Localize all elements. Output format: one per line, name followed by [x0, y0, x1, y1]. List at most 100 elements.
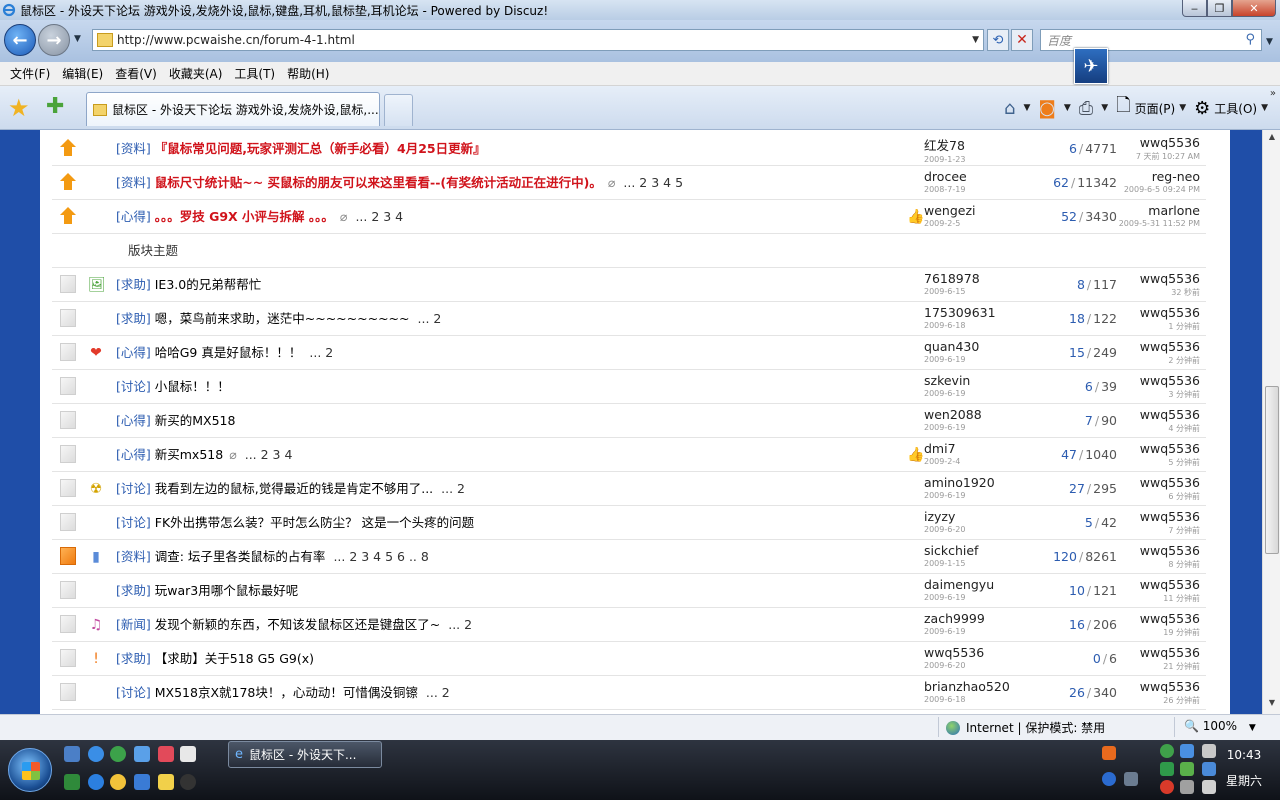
last-post-user[interactable]: wwq5536: [1070, 543, 1200, 558]
tray-app-icon[interactable]: [1180, 744, 1194, 758]
tray-app-icon[interactable]: [1160, 762, 1174, 776]
history-dropdown-icon[interactable]: ▼: [74, 34, 81, 44]
security-zone[interactable]: Internet | 保护模式: 禁用: [946, 719, 1105, 736]
tab-current[interactable]: 鼠标区 - 外设天下论坛 游戏外设,发烧外设,鼠标,...: [86, 92, 380, 126]
author-name[interactable]: 175309631: [924, 305, 1024, 320]
stop-button[interactable]: ✕: [1011, 29, 1033, 51]
forward-button[interactable]: →: [38, 24, 70, 56]
print-button[interactable]: ⎙ ▼: [1079, 98, 1108, 119]
vertical-scrollbar[interactable]: ▲ ▼: [1262, 130, 1280, 714]
tray-app-icon[interactable]: [1160, 780, 1174, 794]
last-post-user[interactable]: wwq5536: [1070, 577, 1200, 592]
refresh-button[interactable]: ⟲: [987, 29, 1009, 51]
author-name[interactable]: wengezi: [924, 203, 1024, 218]
messenger-icon[interactable]: [134, 746, 150, 762]
show-desktop-icon[interactable]: [64, 746, 80, 762]
taskbar-window-item[interactable]: e 鼠标区 - 外设天下...: [228, 741, 382, 768]
thread-title[interactable]: 新买的MX518: [155, 413, 236, 428]
page-menu-button[interactable]: 🗋 页面(P) ▼: [1116, 93, 1186, 123]
tray-app-icon[interactable]: [1160, 744, 1174, 758]
last-post-user[interactable]: wwq5536: [1070, 407, 1200, 422]
thread-category[interactable]: [讨论]: [116, 481, 151, 496]
last-post-time[interactable]: 2009-6-5 09:24 PM: [1070, 185, 1200, 194]
last-post-user[interactable]: wwq5536: [1070, 135, 1200, 150]
thread-title[interactable]: 我看到左边的鼠标,觉得最近的钱是肯定不够用了...: [155, 481, 433, 496]
author-name[interactable]: brianzhao520: [924, 679, 1024, 694]
author-name[interactable]: drocee: [924, 169, 1024, 184]
menu-help[interactable]: 帮助(H): [281, 65, 335, 82]
page-links[interactable]: ... 2: [448, 617, 472, 632]
page-links[interactable]: ... 2 3 4 5: [623, 175, 683, 190]
last-post-time[interactable]: 6 分钟前: [1070, 491, 1200, 502]
chevron-down-icon[interactable]: ▼: [1249, 723, 1256, 733]
chevron-down-icon[interactable]: ▼: [1064, 103, 1071, 113]
volume-icon[interactable]: [1202, 780, 1216, 794]
search-dropdown-icon[interactable]: ▼: [1266, 37, 1273, 47]
last-post-user[interactable]: wwq5536: [1070, 611, 1200, 626]
thread-category[interactable]: [求助]: [116, 277, 151, 292]
author-name[interactable]: zach9999: [924, 611, 1024, 626]
author-name[interactable]: 红发78: [924, 135, 1024, 154]
last-post-user[interactable]: wwq5536: [1070, 305, 1200, 320]
user-icon[interactable]: [110, 746, 126, 762]
last-post-time[interactable]: 19 分钟前: [1070, 627, 1200, 638]
thread-title[interactable]: 。。。罗技 G9X 小评与拆解 。。。: [155, 209, 334, 224]
thread-title[interactable]: 【求助】关于518 G5 G9(x): [155, 651, 314, 666]
back-button[interactable]: ←: [4, 24, 36, 56]
scroll-down-icon[interactable]: ▼: [1265, 698, 1279, 712]
app-icon[interactable]: [158, 774, 174, 790]
clock[interactable]: 10:43 星期六: [1226, 748, 1262, 789]
last-post-user[interactable]: wwq5536: [1070, 373, 1200, 388]
author-name[interactable]: amino1920: [924, 475, 1024, 490]
thread-title[interactable]: 新买mx518: [155, 447, 223, 462]
home-button[interactable]: ⌂ ▼: [1004, 98, 1030, 119]
zoom-level[interactable]: 🔍 100% ▼: [1184, 719, 1256, 733]
author-name[interactable]: sickchief: [924, 543, 1024, 558]
thread-category[interactable]: [讨论]: [116, 515, 151, 530]
thread-category[interactable]: [求助]: [116, 583, 151, 598]
tools-menu-button[interactable]: ⚙ 工具(O) ▼: [1194, 98, 1268, 119]
menu-tools[interactable]: 工具(T): [228, 65, 281, 82]
url-dropdown-icon[interactable]: ▼: [972, 35, 979, 45]
scroll-thumb[interactable]: [1265, 386, 1279, 554]
author-name[interactable]: daimengyu: [924, 577, 1024, 592]
last-post-time[interactable]: 5 分钟前: [1070, 457, 1200, 468]
last-post-user[interactable]: wwq5536: [1070, 645, 1200, 660]
tray-app-icon[interactable]: [1124, 772, 1138, 786]
shield-icon[interactable]: [134, 774, 150, 790]
thread-category[interactable]: [讨论]: [116, 379, 151, 394]
author-name[interactable]: szkevin: [924, 373, 1024, 388]
last-post-time[interactable]: 4 分钟前: [1070, 423, 1200, 434]
thread-category[interactable]: [心得]: [116, 413, 151, 428]
thread-category[interactable]: [讨论]: [116, 685, 151, 700]
app-icon[interactable]: [64, 774, 80, 790]
scroll-up-icon[interactable]: ▲: [1265, 132, 1279, 146]
last-post-time[interactable]: 2 分钟前: [1070, 355, 1200, 366]
ie-quicklaunch-icon[interactable]: [88, 746, 104, 762]
thread-title[interactable]: 玩war3用哪个鼠标最好呢: [155, 583, 298, 598]
maximize-button[interactable]: ❐: [1207, 0, 1232, 17]
thread-category[interactable]: [资料]: [116, 549, 151, 564]
thread-title[interactable]: 小鼠标！！！: [155, 379, 230, 394]
qq-penguin-icon[interactable]: [180, 774, 196, 790]
thread-category[interactable]: [新闻]: [116, 617, 151, 632]
last-post-time[interactable]: 26 分钟前: [1070, 695, 1200, 706]
author-name[interactable]: 7618978: [924, 271, 1024, 286]
thread-title[interactable]: 『鼠标常见问题,玩家评测汇总（新手必看）4月25日更新』: [155, 141, 486, 156]
tray-app-icon[interactable]: [1180, 780, 1194, 794]
thread-title[interactable]: FK外出携带怎么装？平时怎么防尘？ 这是一个头疼的问题: [155, 515, 474, 530]
url-text[interactable]: http://www.pcwaishe.cn/forum-4-1.html: [117, 33, 972, 47]
last-post-time[interactable]: 21 分钟前: [1070, 661, 1200, 672]
tray-app-icon[interactable]: [1202, 744, 1216, 758]
more-commands-icon[interactable]: »: [1270, 88, 1276, 99]
minimize-button[interactable]: ‒: [1182, 0, 1207, 17]
tray-app-icon[interactable]: [1102, 746, 1116, 760]
thread-category[interactable]: [资料]: [116, 175, 151, 190]
last-post-user[interactable]: wwq5536: [1070, 475, 1200, 490]
chevron-down-icon[interactable]: ▼: [1023, 103, 1030, 113]
page-links[interactable]: ... 2: [418, 311, 442, 326]
thread-title[interactable]: IE3.0的兄弟帮帮忙: [155, 277, 261, 292]
last-post-user[interactable]: wwq5536: [1070, 339, 1200, 354]
help-icon[interactable]: [1102, 772, 1116, 786]
thread-title[interactable]: 哈哈G9 真是好鼠标！！！: [155, 345, 302, 360]
